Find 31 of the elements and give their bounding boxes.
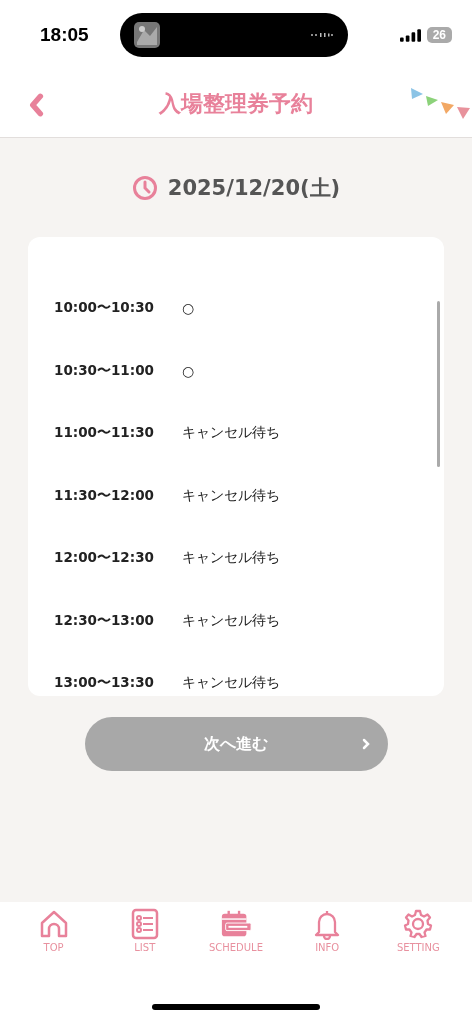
time-slot-row[interactable]: 11:00〜11:30 キャンセル待ち — [28, 402, 444, 465]
slot-status: キャンセル待ち — [182, 486, 280, 505]
slot-status: ○ — [182, 362, 195, 379]
time-slot-row[interactable]: 13:00〜13:30 キャンセル待ち — [28, 652, 444, 696]
back-icon[interactable] — [28, 93, 44, 117]
settings-icon — [402, 908, 435, 940]
time-slot-row[interactable]: 10:30〜11:00 ○ — [28, 339, 444, 402]
status-time: 18:05 — [40, 24, 90, 46]
waveform-icon — [310, 32, 334, 38]
slot-time: 11:00〜11:30 — [54, 424, 155, 443]
clock-icon — [131, 175, 158, 201]
slot-time: 10:00〜10:30 — [54, 299, 155, 318]
signal-icon — [399, 28, 421, 42]
slot-time: 10:30〜11:00 — [54, 361, 155, 380]
page-title: 入場整理券予約 — [159, 89, 313, 118]
slot-status: ○ — [182, 300, 195, 317]
battery-level: 26 — [426, 27, 452, 43]
time-slot-row[interactable]: 11:30〜12:00 キャンセル待ち — [28, 464, 444, 527]
chevron-icon — [361, 738, 370, 750]
time-slot-row[interactable]: 12:30〜13:00 キャンセル待ち — [28, 589, 444, 652]
slot-status: キャンセル待ち — [182, 611, 280, 630]
selected-date: 2025/12/20(土) — [167, 175, 341, 202]
time-slot-row[interactable]: 10:00〜10:30 ○ — [28, 277, 444, 340]
slot-time: 12:30〜13:00 — [54, 611, 155, 630]
time-slot-row[interactable]: 12:00〜12:30 キャンセル待ち — [28, 527, 444, 590]
slot-status: キャンセル待ち — [182, 424, 280, 443]
slot-time: 12:00〜12:30 — [54, 549, 155, 568]
slot-time: 13:00〜13:30 — [54, 674, 155, 693]
slot-status: キャンセル待ち — [182, 674, 280, 693]
slot-status: キャンセル待ち — [182, 549, 280, 568]
slot-time: 11:30〜12:00 — [54, 486, 155, 505]
